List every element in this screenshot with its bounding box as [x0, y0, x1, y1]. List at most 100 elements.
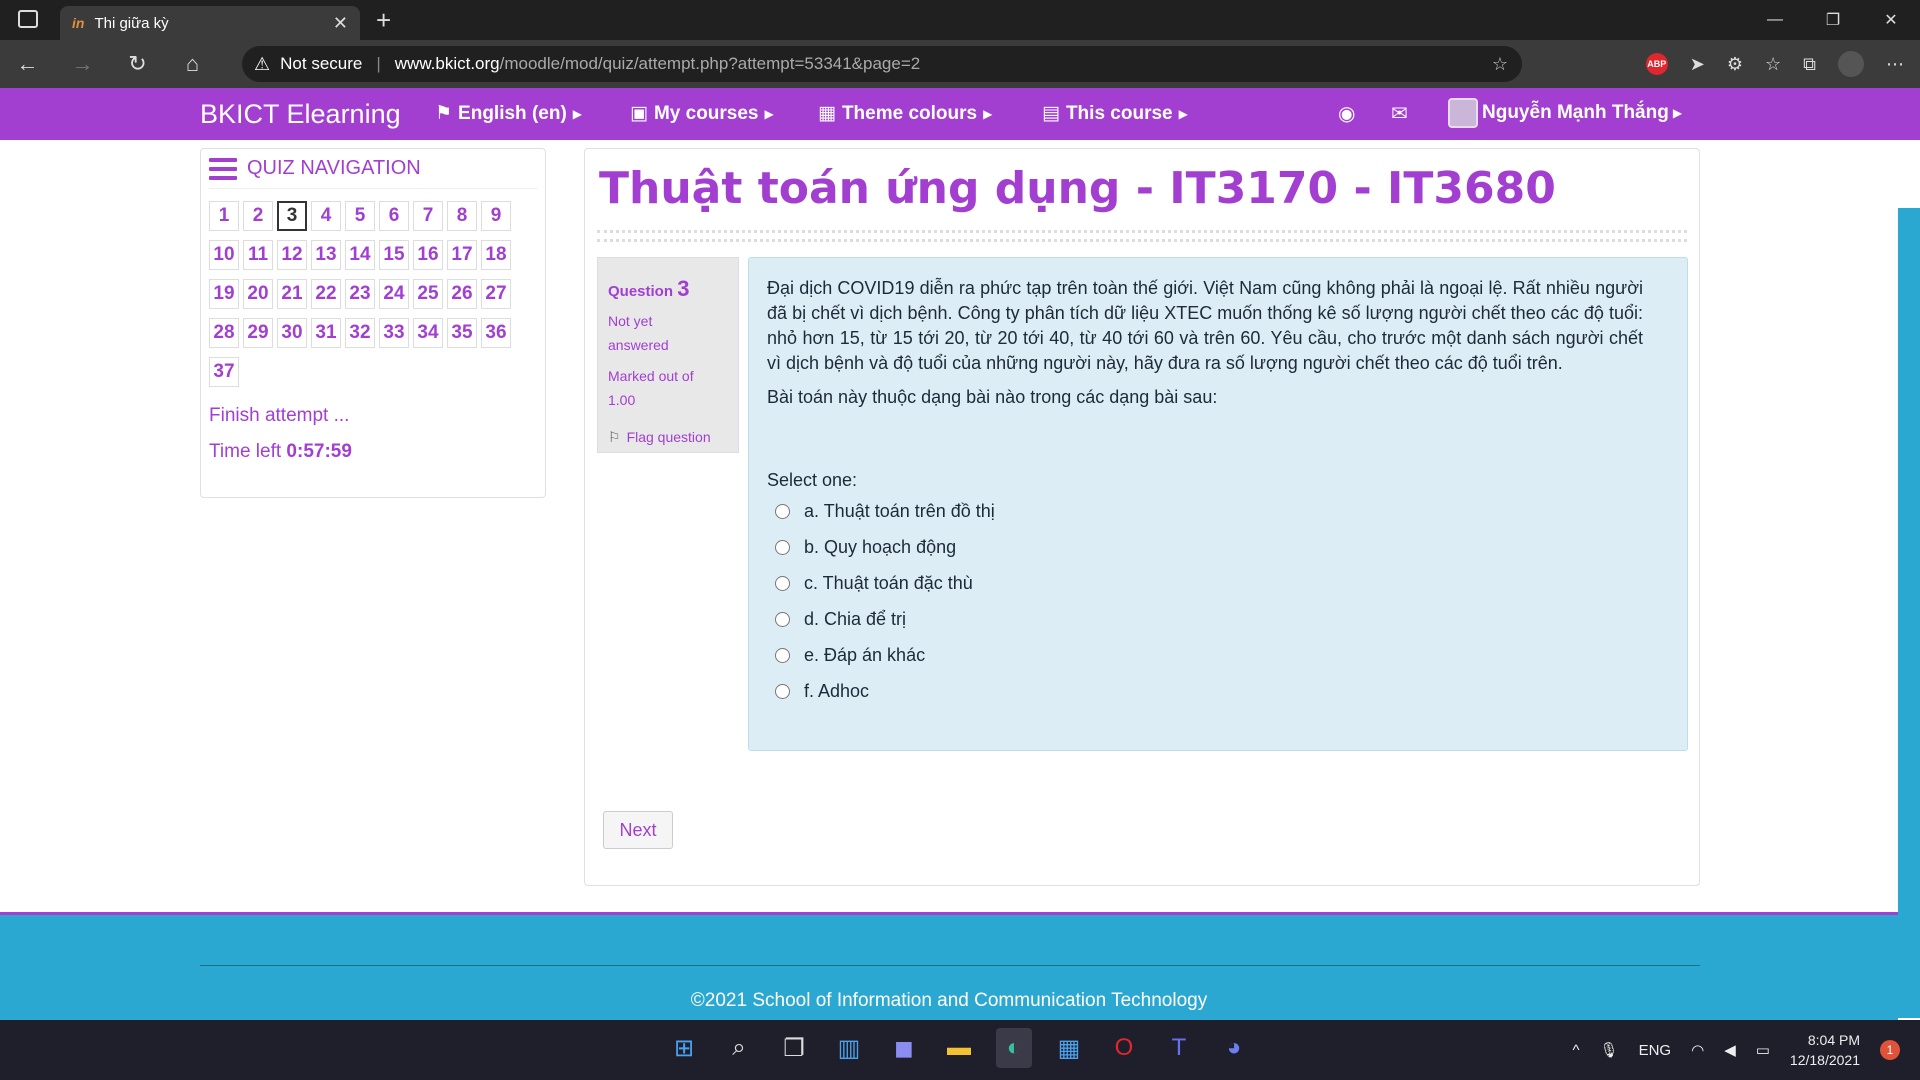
question-nav-button[interactable]: 24 — [379, 279, 409, 309]
radio-button[interactable] — [775, 647, 790, 663]
my-courses-menu[interactable]: ▣ My courses ▶ — [630, 102, 774, 125]
add-favorite-icon[interactable]: ☆ — [1492, 54, 1508, 75]
collections-icon[interactable]: ⧉ — [1803, 54, 1816, 75]
url-bar[interactable]: ⚠ Not secure | www.bkict.org/moodle/mod/… — [242, 46, 1522, 82]
extensions-icon[interactable]: ⚙ — [1727, 54, 1743, 75]
question-nav-button[interactable]: 20 — [243, 279, 273, 309]
question-nav-button[interactable]: 5 — [345, 201, 375, 231]
more-menu-icon[interactable]: ⋯ — [1886, 54, 1904, 75]
task-view-icon[interactable]: ❐ — [776, 1028, 812, 1068]
discord-icon[interactable]: ◕ — [1216, 1028, 1252, 1068]
chevron-up-icon[interactable]: ^ — [1572, 1042, 1579, 1059]
answer-option-e[interactable]: e. Đáp án khác — [775, 637, 1643, 673]
answer-option-a[interactable]: a. Thuật toán trên đồ thị — [775, 493, 1643, 529]
edge-browser-icon[interactable]: ◐ — [996, 1028, 1032, 1068]
answer-option-c[interactable]: c. Thuật toán đặc thù — [775, 565, 1643, 601]
browser-tab[interactable]: in Thi giữa kỳ ✕ — [60, 6, 360, 40]
question-nav-button[interactable]: 16 — [413, 240, 443, 270]
question-nav-button[interactable]: 25 — [413, 279, 443, 309]
store-icon[interactable]: ▦ — [1051, 1028, 1087, 1068]
radio-button[interactable] — [775, 539, 790, 555]
next-button[interactable]: Next — [603, 811, 673, 849]
microphone-icon[interactable]: 🎙 — [1600, 1041, 1619, 1059]
windows-start-icon[interactable]: ⊞ — [666, 1028, 702, 1068]
question-nav-button[interactable]: 6 — [379, 201, 409, 231]
question-nav-button[interactable]: 14 — [345, 240, 375, 270]
notifications-icon[interactable]: ◉ — [1338, 101, 1355, 126]
question-nav-button[interactable]: 33 — [379, 318, 409, 348]
favorites-icon[interactable]: ☆ — [1765, 54, 1781, 75]
volume-icon[interactable]: ◀ — [1724, 1041, 1736, 1059]
question-nav-button[interactable]: 31 — [311, 318, 341, 348]
chat-icon[interactable]: ◼ — [886, 1028, 922, 1068]
clock[interactable]: 8:04 PM 12/18/2021 — [1790, 1030, 1860, 1070]
question-nav-button[interactable]: 35 — [447, 318, 477, 348]
question-nav-button[interactable]: 10 — [209, 240, 239, 270]
question-nav-button[interactable]: 7 — [413, 201, 443, 231]
question-nav-button[interactable]: 8 — [447, 201, 477, 231]
question-nav-button[interactable]: 19 — [209, 279, 239, 309]
restore-icon[interactable]: ❐ — [1804, 0, 1862, 40]
finish-attempt-link[interactable]: Finish attempt ... — [209, 405, 537, 427]
search-icon[interactable]: ⌕ — [721, 1028, 757, 1068]
teams-icon[interactable]: T — [1161, 1028, 1197, 1068]
wifi-icon[interactable]: ◠ — [1691, 1041, 1704, 1059]
question-nav-button[interactable]: 30 — [277, 318, 307, 348]
messages-icon[interactable]: ✉ — [1391, 101, 1408, 126]
question-nav-button[interactable]: 15 — [379, 240, 409, 270]
close-tab-icon[interactable]: ✕ — [333, 13, 348, 34]
language-indicator[interactable]: ENG — [1639, 1042, 1672, 1059]
back-icon[interactable]: ← — [0, 51, 55, 77]
question-nav-button[interactable]: 12 — [277, 240, 307, 270]
cursor-extension-icon[interactable]: ➤ — [1690, 54, 1705, 75]
widgets-icon[interactable]: ▥ — [831, 1028, 867, 1068]
answer-option-b[interactable]: b. Quy hoạch động — [775, 529, 1643, 565]
question-nav-button[interactable]: 13 — [311, 240, 341, 270]
question-nav-button[interactable]: 22 — [311, 279, 341, 309]
radio-button[interactable] — [775, 575, 790, 591]
question-nav-button[interactable]: 29 — [243, 318, 273, 348]
question-nav-button[interactable]: 37 — [209, 357, 239, 387]
question-nav-button[interactable]: 32 — [345, 318, 375, 348]
adblock-icon[interactable]: ABP — [1645, 53, 1668, 75]
site-brand[interactable]: BKICT Elearning — [200, 99, 401, 130]
question-nav-button[interactable]: 2 — [243, 201, 273, 231]
file-explorer-icon[interactable]: ▬ — [941, 1028, 977, 1068]
opera-icon[interactable]: O — [1106, 1028, 1142, 1068]
minimize-icon[interactable]: — — [1746, 0, 1804, 40]
radio-button[interactable] — [775, 683, 790, 699]
forward-icon[interactable]: → — [55, 51, 110, 77]
theme-colours-menu[interactable]: ▦ Theme colours ▶ — [818, 102, 992, 125]
question-nav-button[interactable]: 3 — [277, 201, 307, 231]
question-nav-button[interactable]: 27 — [481, 279, 511, 309]
question-nav-button[interactable]: 17 — [447, 240, 477, 270]
answer-option-d[interactable]: d. Chia để trị — [775, 601, 1643, 637]
home-icon[interactable]: ⌂ — [165, 51, 220, 77]
question-nav-button[interactable]: 34 — [413, 318, 443, 348]
refresh-icon[interactable]: ↻ — [110, 51, 165, 77]
flag-question-link[interactable]: ⚐ Flag question — [608, 425, 728, 450]
question-nav-button[interactable]: 18 — [481, 240, 511, 270]
question-nav-button[interactable]: 28 — [209, 318, 239, 348]
close-window-icon[interactable]: ✕ — [1862, 0, 1920, 40]
answer-option-f[interactable]: f. Adhoc — [775, 673, 1643, 709]
question-nav-button[interactable]: 36 — [481, 318, 511, 348]
tab-actions-icon[interactable] — [18, 10, 38, 28]
this-course-menu[interactable]: ▤ This course ▶ — [1042, 102, 1188, 125]
notification-badge[interactable]: 1 — [1880, 1040, 1900, 1060]
user-menu[interactable]: Nguyễn Mạnh Thắng ▶ — [1448, 98, 1682, 128]
warning-icon[interactable]: ⚠ — [254, 54, 270, 75]
question-nav-button[interactable]: 1 — [209, 201, 239, 231]
battery-icon[interactable]: ▭ — [1756, 1041, 1770, 1059]
question-nav-button[interactable]: 9 — [481, 201, 511, 231]
profile-avatar[interactable] — [1838, 51, 1864, 77]
radio-button[interactable] — [775, 611, 790, 627]
language-menu[interactable]: ⚑ English (en) ▶ — [435, 102, 582, 125]
question-nav-button[interactable]: 4 — [311, 201, 341, 231]
question-nav-button[interactable]: 26 — [447, 279, 477, 309]
hamburger-icon[interactable] — [209, 157, 237, 180]
new-tab-icon[interactable]: + — [376, 5, 391, 36]
question-nav-button[interactable]: 11 — [243, 240, 273, 270]
question-nav-button[interactable]: 21 — [277, 279, 307, 309]
security-label[interactable]: Not secure — [280, 54, 362, 74]
